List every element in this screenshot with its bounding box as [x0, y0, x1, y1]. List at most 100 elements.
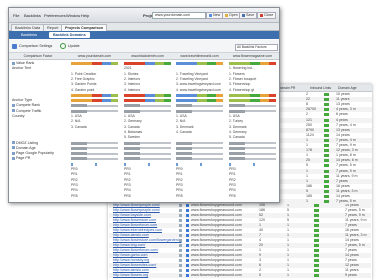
checkbox-icon[interactable] — [179, 229, 182, 232]
factor-value: PR1 — [124, 172, 131, 177]
menu-backlinks[interactable]: Backlinks — [24, 13, 41, 18]
tab-backlinks[interactable]: Backlinks — [17, 32, 41, 38]
metric-bar-fill — [124, 152, 141, 156]
comparison-grid: Comparison Factor www.yourdomain.com www.b… — [9, 53, 279, 202]
checkbox-icon[interactable] — [179, 214, 182, 217]
checkbox-icon[interactable] — [179, 274, 182, 277]
factor-value: PR2 — [71, 177, 78, 182]
factor-value: 4. www.travelingvineyard.com — [176, 87, 221, 92]
checkbox-icon[interactable] — [179, 234, 182, 237]
checkbox-icon[interactable] — [179, 219, 182, 222]
tab-backlinks-data[interactable]: Backlinks Data — [11, 24, 45, 31]
status-indicator-icon — [314, 249, 319, 252]
project-column-header[interactable]: www.yourdomain.com — [69, 53, 120, 59]
top-tabs: Backlinks Data Report Projects Compariso… — [9, 23, 279, 31]
open-button[interactable]: Open — [222, 12, 241, 19]
checkbox-icon[interactable] — [179, 209, 182, 212]
factor-value: PR1 — [176, 172, 183, 177]
menu-window[interactable]: Window — [66, 13, 80, 18]
factor-row: DMOZ Listing — [9, 141, 279, 146]
metric-bar-fill — [176, 104, 193, 108]
checkbox-icon[interactable] — [179, 239, 182, 242]
checkbox-icon[interactable] — [179, 244, 182, 247]
menu-help[interactable]: Help — [81, 13, 89, 18]
factor-label: DMOZ Listing — [12, 141, 38, 146]
factor-value: 4. Flowershop gf — [229, 87, 255, 92]
factor-row: 4. Bahamas 4. Canada 4. Germany — [9, 130, 279, 135]
factor-label: Anchor Text — [12, 66, 31, 71]
factor-value: 1. USA — [229, 114, 240, 118]
project-column-header[interactable]: www.traveltimeworld.com — [174, 53, 225, 59]
comparison-settings-button[interactable]: Comparison Settings — [12, 43, 52, 49]
menu-bar: File Backlinks Preferences Window Help P… — [9, 8, 279, 23]
new-button[interactable]: New — [206, 12, 224, 19]
tab-projects-comparison[interactable]: Projects Comparison — [61, 24, 108, 31]
factor-value: PR3 — [176, 182, 183, 187]
factor-row: 3. Garden Points 3. Interiors 3. www.trave… — [9, 82, 279, 87]
factor-value: PR1 — [71, 172, 78, 177]
factor-row: PR0 PR0 PR0 PR0 — [9, 167, 279, 172]
factor-row: Domain Age — [9, 146, 279, 151]
checkbox-icon[interactable] — [179, 259, 182, 262]
right-table-row[interactable]: 1 7 years, 5 m — [276, 199, 372, 205]
backlink-url-link[interactable]: http://www.flowers.org — [113, 273, 148, 278]
factor-icon — [12, 151, 15, 155]
metric-bar-fill — [176, 146, 193, 150]
status-indicator-icon — [324, 144, 329, 147]
factor-icon — [12, 141, 15, 145]
domain-age-header[interactable]: Domain Age — [338, 85, 356, 91]
factor-value: PR3 — [124, 182, 131, 187]
domain-icon — [186, 209, 189, 212]
project-select[interactable]: www.yourdomain.com — [152, 12, 206, 19]
table-row[interactable]: http://www.flowers.org www.flowershopgrea… — [109, 273, 371, 278]
factor-row: Compete Rank — [9, 103, 279, 108]
tab-backlink-domains[interactable]: Backlink Domains — [49, 32, 90, 38]
status-indicator-icon — [324, 154, 329, 158]
value-bar-segment — [101, 99, 111, 103]
factor-value: PR5 — [124, 193, 131, 198]
metric-bar-fill — [71, 141, 88, 145]
menu-file[interactable]: File — [13, 13, 19, 18]
factor-row — [9, 162, 279, 167]
factor-icon — [12, 156, 15, 160]
tab-report[interactable]: Report — [43, 24, 63, 31]
checkbox-icon[interactable] — [179, 249, 182, 252]
metric-bar-fill — [229, 109, 246, 113]
factor-value: PR5 — [176, 193, 183, 198]
value-bar-segment — [176, 93, 198, 97]
checkbox-icon[interactable] — [179, 204, 182, 207]
factor-value: 1. USA — [176, 114, 187, 118]
project-column-header[interactable]: www.flowermagazine.com — [227, 53, 278, 59]
metric-bar-fill — [124, 157, 141, 161]
metric-bar-fill — [71, 104, 88, 108]
update-button[interactable]: Update — [60, 43, 80, 50]
factor-row: Anchor Type — [9, 98, 279, 103]
checkbox-icon[interactable] — [179, 224, 182, 227]
status-indicator-icon — [324, 195, 329, 198]
metric-bar-fill — [176, 141, 193, 145]
menu-preferences[interactable]: Preferences — [44, 13, 66, 18]
status-indicator-icon — [324, 138, 329, 142]
domain-icon — [186, 274, 189, 277]
value-bar-segment — [206, 99, 216, 103]
status-indicator-icon — [314, 214, 319, 217]
domain-pr-header[interactable]: Domain PR — [278, 85, 295, 91]
factor-select[interactable]: All Backlink Factors — [235, 44, 278, 51]
status-indicator-icon — [314, 234, 319, 237]
checkbox-icon[interactable] — [179, 254, 182, 257]
factor-value: 1. USA — [71, 114, 82, 118]
project-column-header[interactable]: www.blackdenim.com — [122, 53, 173, 59]
checkbox-icon[interactable] — [179, 264, 182, 267]
factor-icon — [12, 109, 15, 113]
comparison-factor-header[interactable]: Comparison Factor — [9, 53, 67, 59]
checkbox-icon[interactable] — [179, 269, 182, 272]
close-button[interactable]: Close — [257, 12, 277, 19]
domain-icon — [186, 254, 189, 257]
open-label: Open — [229, 13, 238, 17]
factor-value: 4. Bahamas — [124, 129, 143, 134]
factor-value: PR0 — [71, 167, 78, 171]
save-button[interactable]: Save — [239, 12, 258, 19]
value-bar-segment — [259, 99, 269, 103]
inbound-links-header[interactable]: Inbound Links — [310, 85, 331, 91]
pr-marker — [199, 162, 202, 166]
